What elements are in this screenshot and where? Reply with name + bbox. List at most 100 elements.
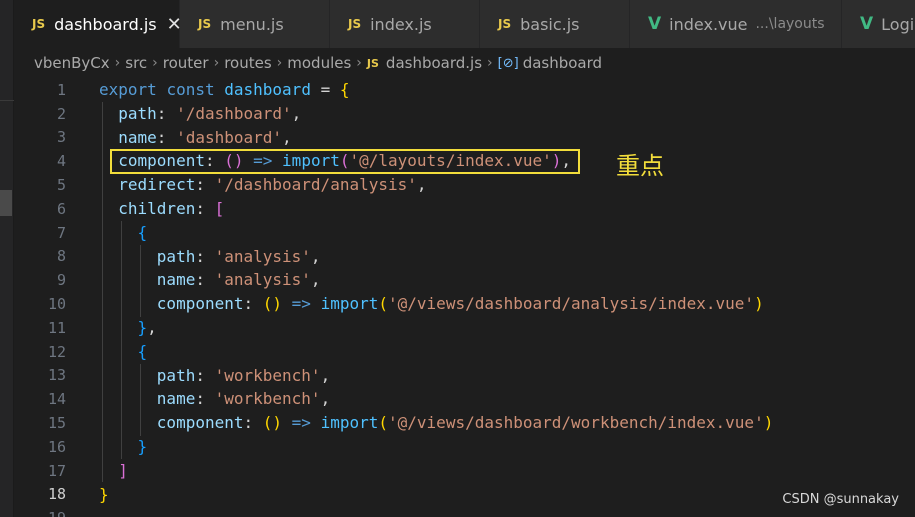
tab-label: menu.js [220,14,284,34]
code-line[interactable]: 11 }, [14,316,915,340]
code-text: export const dashboard = { [99,78,350,102]
code-token: } [137,318,148,337]
code-token: () [262,294,283,314]
activity-divider [0,100,14,101]
tab-basic-js[interactable]: JS basic.js [480,0,630,48]
chevron-right-icon: › [152,55,158,71]
code-line[interactable]: 9 name: 'analysis', [14,268,915,292]
breadcrumb-item[interactable]: routes [224,54,271,72]
code-token: 'analysis' [214,270,311,290]
code-line[interactable]: 12 { [14,340,915,364]
breadcrumb-item[interactable]: dashboard [523,54,602,72]
line-number: 16 [47,437,66,456]
code-token: path [156,365,196,385]
chevron-right-icon: › [487,55,493,71]
code-token: 'workbench' [214,389,321,409]
code-line[interactable]: 5 redirect: '/dashboard/analysis', [14,173,915,197]
code-line[interactable]: 7 { [14,221,915,245]
vue-file-icon: V [648,14,662,34]
line-number: 13 [47,366,66,385]
code-token: import [320,413,379,433]
breadcrumb: vbenByCx › src › router › routes › modules › JS das… [14,48,915,78]
code-text: { [99,221,148,245]
code-token: { [137,341,148,361]
breadcrumb-item[interactable]: src [125,54,147,72]
tab-menu-js[interactable]: JS menu.js [180,0,330,48]
js-file-icon: JS [366,56,379,70]
line-number: 5 [56,176,66,195]
code-line[interactable]: 3 name: 'dashboard', [14,126,915,150]
vue-file-icon: V [860,14,874,34]
watermark: CSDN @sunnakay [782,492,899,507]
chevron-right-icon: › [276,55,283,71]
line-number: 6 [56,199,66,218]
tab-description: ...\layouts [755,16,825,32]
code-token: dashboard [224,80,311,99]
code-line[interactable]: 19 [14,506,915,517]
code-token: : [243,294,263,314]
code-token: path [156,246,196,266]
annotation-label: 重点 [616,152,664,180]
breadcrumb-item[interactable]: dashboard.js [386,54,482,72]
code-text: component: () => import('@/views/dashboa… [99,292,764,316]
code-token: } [99,484,109,504]
line-number: 1 [56,80,66,99]
code-token: 'dashboard' [176,127,283,147]
line-number: 11 [47,318,66,337]
code-line[interactable]: 18} [14,483,915,507]
code-editor[interactable]: 1918}17 ]16 }15 component: () => import(… [14,78,915,517]
code-token: [ [214,199,225,218]
code-line[interactable]: 8 path: 'analysis', [14,245,915,269]
code-token: , [147,318,157,337]
code-token: } [137,437,148,456]
code-line[interactable]: 1 export const dashboard = { [14,78,915,102]
code-token: ) [754,294,764,314]
chevron-right-icon: › [114,55,121,71]
code-text: name: 'workbench', [99,387,330,411]
code-token: ( [378,413,389,433]
code-token: component [156,413,244,433]
code-token: = [310,80,340,99]
code-token: name [118,127,157,147]
code-line[interactable]: 10 component: () => import('@/views/dash… [14,292,915,316]
tab-logi[interactable]: V Logi [842,0,915,48]
code-line[interactable]: 16 } [14,435,915,459]
code-token: ( [378,294,389,314]
line-number: 8 [56,247,66,266]
code-line[interactable]: 17 ] [14,459,915,483]
breadcrumb-item[interactable]: vbenByCx [34,54,110,72]
indent-guide-2 [121,221,122,459]
code-line[interactable]: 13 path: 'workbench', [14,364,915,388]
tab-dashboard-js[interactable]: JS dashboard.js ✕ [14,0,182,48]
code-text: path: 'workbench', [99,364,330,388]
js-file-icon: JS [32,17,46,31]
code-line[interactable]: 14 name: 'workbench', [14,387,915,411]
code-line[interactable]: 6 children: [ [14,197,915,221]
code-token: , [282,127,292,147]
code-token: , [291,103,302,123]
breadcrumb-item[interactable]: router [163,54,209,72]
code-text: children: [ [99,197,224,221]
tab-index-js[interactable]: JS index.js [330,0,480,48]
code-token: { [339,80,350,99]
code-line[interactable]: 2 path: '/dashboard', [14,102,915,126]
tab-label: index.js [370,14,432,34]
code-token: => [291,294,311,314]
code-line[interactable]: 15 component: () => import('@/views/dash… [14,411,915,435]
breadcrumb-item[interactable]: modules [287,54,351,72]
code-token: name [156,270,196,290]
activity-indicator[interactable] [0,190,12,216]
code-text: path: 'analysis', [99,245,321,269]
code-text: } [99,435,148,459]
code-token: => [291,413,311,433]
code-token: 'analysis' [214,246,311,266]
code-token: 'workbench' [214,365,321,385]
code-token: '/dashboard' [176,103,292,123]
line-number: 17 [47,461,66,480]
tab-index-vue[interactable]: Vindex.vue ...\layouts [630,0,842,48]
